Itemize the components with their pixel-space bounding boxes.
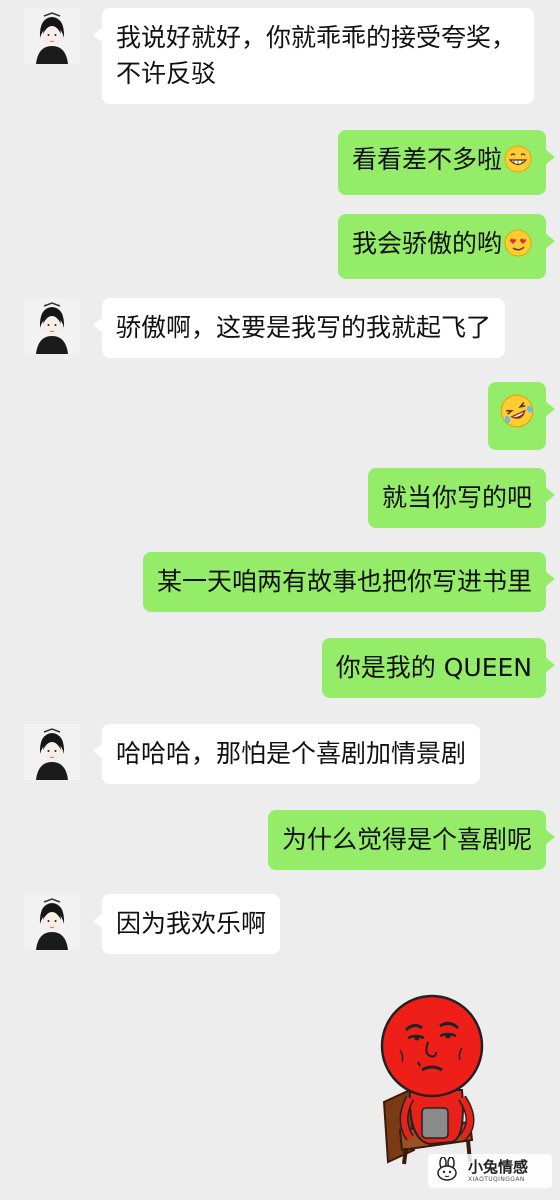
watermark-title: 小兔情感	[468, 1157, 529, 1176]
incoming-message-bubble[interactable]: 我说好就好，你就乖乖的接受夸奖，不许反驳	[93, 8, 534, 104]
outgoing-message-bubble[interactable]: 就当你写的吧	[367, 468, 556, 528]
message-text: 我会骄傲的哟	[351, 229, 502, 258]
message-text: 看看差不多啦	[351, 145, 502, 174]
message-text: 因为我欢乐啊	[116, 909, 267, 938]
contact-avatar[interactable]	[24, 298, 80, 354]
incoming-message-bubble[interactable]: 哈哈哈，那怕是个喜剧加情景剧	[92, 724, 481, 784]
incoming-message-bubble[interactable]: 骄傲啊，这要是我写的我就起飞了	[92, 298, 506, 358]
outgoing-message-bubble[interactable]: 你是我的 QUEEN	[321, 638, 556, 698]
incoming-message-bubble[interactable]: 因为我欢乐啊	[92, 894, 281, 954]
outgoing-message-bubble[interactable]: 为什么觉得是个喜剧呢	[267, 810, 556, 870]
red-face-sticker-icon[interactable]	[370, 990, 500, 1165]
message-text: 你是我的 QUEEN	[335, 653, 532, 682]
contact-avatar[interactable]	[24, 8, 80, 64]
message-text: 为什么觉得是个喜剧呢	[281, 825, 532, 854]
grin-emoji-icon	[504, 145, 532, 183]
message-text: 某一天咱两有故事也把你写进书里	[156, 567, 532, 596]
contact-avatar[interactable]	[24, 724, 80, 780]
watermark: 小兔情感 XIAOTUQINGGAN	[428, 1154, 552, 1188]
contact-avatar[interactable]	[24, 894, 80, 950]
rolling-laughing-emoji-icon	[500, 394, 534, 438]
message-text: 骄傲啊，这要是我写的我就起飞了	[116, 313, 492, 342]
watermark-subtitle: XIAOTUQINGGAN	[468, 1175, 525, 1183]
message-text: 就当你写的吧	[381, 483, 532, 512]
rabbit-logo-icon	[434, 1156, 462, 1185]
outgoing-message-bubble[interactable]: 看看差不多啦	[337, 130, 556, 195]
message-text: 哈哈哈，那怕是个喜剧加情景剧	[116, 739, 467, 768]
smirk-heart-eyes-emoji-icon	[504, 229, 532, 267]
outgoing-message-bubble[interactable]	[488, 382, 555, 450]
outgoing-message-bubble[interactable]: 我会骄傲的哟	[337, 214, 556, 279]
message-text: 我说好就好，你就乖乖的接受夸奖，不许反驳	[116, 23, 517, 88]
outgoing-message-bubble[interactable]: 某一天咱两有故事也把你写进书里	[142, 552, 556, 612]
